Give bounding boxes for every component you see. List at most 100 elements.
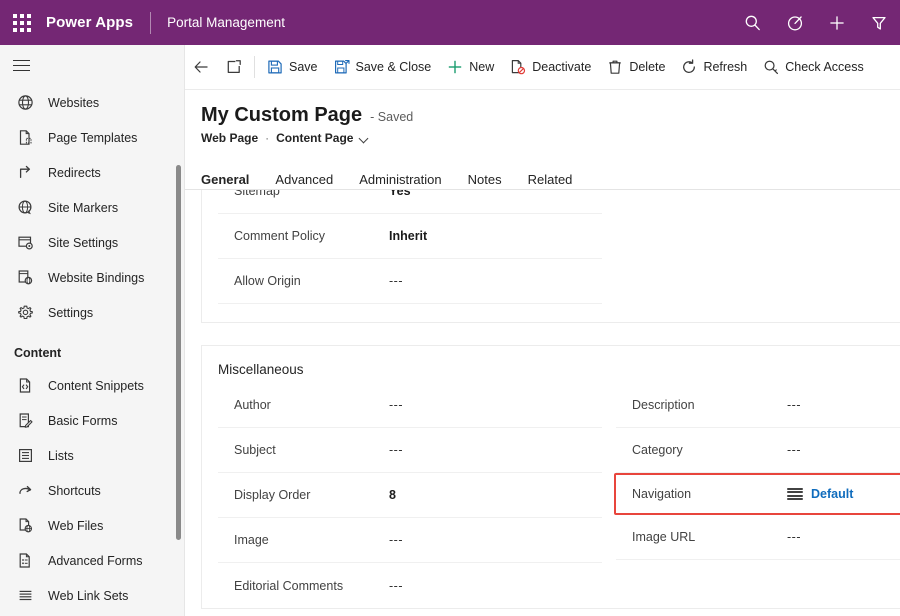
field-value: --- <box>787 530 801 544</box>
hamburger-menu-icon[interactable] <box>0 45 184 85</box>
sidebar-item-website-bindings[interactable]: Website Bindings <box>0 260 184 295</box>
plus-icon <box>447 59 463 75</box>
field-label: Comment Policy <box>234 229 389 243</box>
sidebar-item-label: Web Files <box>48 519 103 533</box>
assistant-icon[interactable] <box>774 0 816 45</box>
field-row-right-spacer <box>616 560 900 605</box>
sidebar-item-lists[interactable]: Lists <box>0 438 184 473</box>
save-button[interactable]: Save <box>259 51 326 83</box>
sidebar-item-basic-forms[interactable]: Basic Forms <box>0 403 184 438</box>
field-label: Image URL <box>632 530 787 544</box>
form-header: My Custom Page - Saved Web Page · Conten… <box>185 90 900 190</box>
list-icon <box>14 446 36 466</box>
basic-form-icon <box>14 411 36 431</box>
sidebar-item-label: Basic Forms <box>48 414 117 428</box>
command-label: Delete <box>629 60 665 74</box>
sidebar-item-label: Site Markers <box>48 201 118 215</box>
sidebar-item-site-settings[interactable]: Site Settings <box>0 225 184 260</box>
back-button[interactable] <box>185 51 218 83</box>
field-row-display-order[interactable]: Display Order 8 <box>218 473 602 518</box>
check-access-button[interactable]: Check Access <box>755 51 872 83</box>
sidebar-item-site-markers[interactable]: Site Markers <box>0 190 184 225</box>
app-name-label[interactable]: Portal Management <box>167 15 285 30</box>
top-section-right-column <box>602 190 900 304</box>
command-bar: Save Save & Close New Deactivate Delete … <box>185 45 900 90</box>
sidebar-item-shortcuts[interactable]: Shortcuts <box>0 473 184 508</box>
field-row-author[interactable]: Author --- <box>218 383 602 428</box>
navigation-lookup-value[interactable]: Default <box>787 487 853 501</box>
app-launcher-waffle-icon[interactable] <box>13 14 31 32</box>
field-row-subject[interactable]: Subject --- <box>218 428 602 473</box>
sidebar-item-label: Site Settings <box>48 236 118 250</box>
sidebar-item-page-templates[interactable]: Page Templates <box>0 120 184 155</box>
site-settings-icon <box>14 233 36 253</box>
field-value: --- <box>389 443 403 457</box>
form-body: Sitemap Yes Comment Policy Inherit Allow… <box>185 190 900 616</box>
command-label: Save <box>289 60 318 74</box>
field-label: Category <box>632 443 787 457</box>
site-marker-globe-icon <box>14 198 36 218</box>
sidebar-scrollbar-thumb[interactable] <box>176 165 181 540</box>
refresh-icon <box>681 59 697 75</box>
field-value: --- <box>787 443 801 457</box>
navigation-value-link[interactable]: Default <box>811 487 853 501</box>
deactivate-button[interactable]: Deactivate <box>502 51 599 83</box>
lookup-list-icon <box>787 488 803 501</box>
sidebar-item-web-files[interactable]: Web Files <box>0 508 184 543</box>
sidebar-item-settings[interactable]: Settings <box>0 295 184 330</box>
sidebar-item-redirects[interactable]: Redirects <box>0 155 184 190</box>
command-label: Refresh <box>703 60 747 74</box>
field-row-comment-policy[interactable]: Comment Policy Inherit <box>218 214 602 259</box>
page-template-icon <box>14 128 36 148</box>
field-value: --- <box>389 274 403 288</box>
field-row-image-url[interactable]: Image URL --- <box>616 515 900 560</box>
brand-label[interactable]: Power Apps <box>46 14 133 31</box>
misc-right-column: Description --- Category --- Navigation … <box>602 383 900 608</box>
form-selector-label[interactable]: Content Page <box>276 131 353 145</box>
command-bar-divider <box>254 56 255 78</box>
field-row-image[interactable]: Image --- <box>218 518 602 563</box>
field-row-description[interactable]: Description --- <box>616 383 900 428</box>
advanced-form-icon <box>14 551 36 571</box>
form-section-top: Sitemap Yes Comment Policy Inherit Allow… <box>201 190 900 323</box>
command-label: Save & Close <box>356 60 432 74</box>
gear-icon <box>14 303 36 323</box>
search-icon[interactable] <box>732 0 774 45</box>
new-button[interactable]: New <box>439 51 502 83</box>
chevron-down-icon[interactable] <box>360 134 369 143</box>
field-row-sitemap[interactable]: Sitemap Yes <box>218 190 602 214</box>
field-row-allow-origin[interactable]: Allow Origin --- <box>218 259 602 304</box>
field-row-navigation[interactable]: Navigation Default <box>614 473 900 515</box>
deactivate-icon <box>510 59 526 75</box>
field-row-editorial-comments[interactable]: Editorial Comments --- <box>218 563 602 608</box>
delete-button[interactable]: Delete <box>599 51 673 83</box>
field-value: --- <box>389 533 403 547</box>
trash-icon <box>607 59 623 75</box>
refresh-button[interactable]: Refresh <box>673 51 755 83</box>
plus-icon[interactable] <box>816 0 858 45</box>
field-label: Allow Origin <box>234 274 389 288</box>
sidebar-item-label: Page Templates <box>48 131 137 145</box>
sidebar-item-websites[interactable]: Websites <box>0 85 184 120</box>
field-label: Display Order <box>234 488 389 502</box>
field-label: Editorial Comments <box>234 579 389 593</box>
filter-icon[interactable] <box>858 0 900 45</box>
sidebar-group-content: Content <box>0 330 184 368</box>
field-value: Inherit <box>389 229 427 243</box>
open-new-window-button[interactable] <box>218 51 250 83</box>
save-and-close-button[interactable]: Save & Close <box>326 51 440 83</box>
sidebar-item-advanced-forms[interactable]: Advanced Forms <box>0 543 184 578</box>
command-label: New <box>469 60 494 74</box>
save-status-label: - Saved <box>370 110 413 124</box>
record-title-row: My Custom Page - Saved <box>185 90 900 127</box>
field-value: 8 <box>389 488 396 502</box>
sidebar-item-label: Lists <box>48 449 74 463</box>
sidebar-item-content-snippets[interactable]: Content Snippets <box>0 368 184 403</box>
sidebar-item-web-link-sets[interactable]: Web Link Sets <box>0 578 184 613</box>
redirect-arrow-icon <box>14 163 36 183</box>
content-snippet-icon <box>14 376 36 396</box>
field-row-category[interactable]: Category --- <box>616 428 900 473</box>
website-bindings-icon <box>14 268 36 288</box>
field-label: Subject <box>234 443 389 457</box>
field-label: Navigation <box>632 487 787 501</box>
